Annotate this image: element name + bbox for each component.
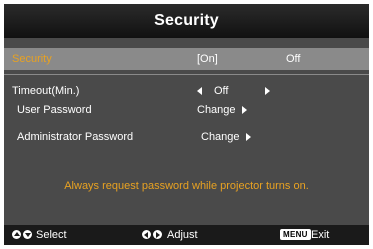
up-down-nav-icon — [12, 230, 34, 240]
arrow-right-icon — [242, 106, 247, 114]
left-right-nav-icon — [142, 230, 164, 240]
timeout-value: Off — [214, 85, 229, 97]
title-bar: Security — [4, 4, 369, 38]
admin-password-label: Administrator Password — [17, 131, 134, 143]
arrow-left-icon[interactable] — [197, 87, 202, 95]
user-password-change[interactable]: Change — [197, 104, 236, 116]
osd-panel: Security Security [On] Off Timeout(Min.)… — [4, 4, 369, 245]
security-row[interactable] — [4, 48, 369, 70]
security-option-on[interactable]: [On] — [197, 53, 218, 65]
arrow-right-icon — [246, 133, 251, 141]
arrow-right-icon[interactable] — [265, 87, 270, 95]
security-label: Security — [12, 53, 52, 65]
page-title: Security — [154, 12, 219, 29]
footer-bar: Select Adjust MENU Exit — [4, 225, 369, 245]
security-option-off[interactable]: Off — [286, 53, 300, 65]
info-message: Always request password while projector … — [64, 180, 309, 192]
footer-select-label: Select — [36, 229, 67, 241]
footer-exit-label: Exit — [311, 229, 330, 241]
user-password-label: User Password — [17, 104, 92, 116]
admin-password-change[interactable]: Change — [201, 131, 240, 143]
menu-key-icon: MENU — [280, 229, 311, 240]
divider — [4, 74, 369, 75]
footer-adjust-label: Adjust — [167, 229, 198, 241]
timeout-label: Timeout(Min.) — [12, 85, 80, 97]
